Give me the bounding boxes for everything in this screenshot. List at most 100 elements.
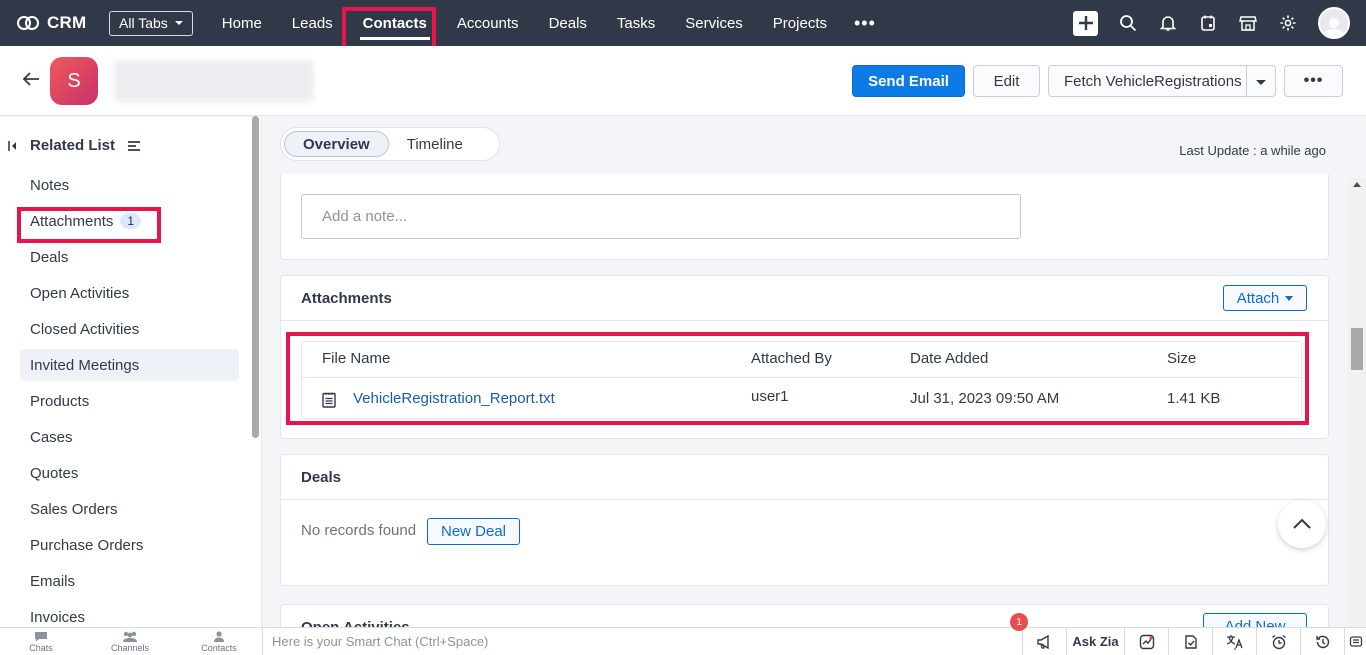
column-header-file-name[interactable]: File Name xyxy=(322,350,390,367)
smart-chat-input[interactable]: Here is your Smart Chat (Ctrl+Space) xyxy=(262,628,982,655)
tasks-tool-button[interactable] xyxy=(1168,628,1212,655)
sidebar-item-sales-orders[interactable]: Sales Orders xyxy=(20,493,239,525)
deals-card: Deals No records found New Deal xyxy=(280,454,1329,586)
tab-home[interactable]: Home xyxy=(207,0,277,46)
send-email-button[interactable]: Send Email xyxy=(852,65,965,97)
text-file-icon xyxy=(322,392,336,408)
tab-overview[interactable]: Overview xyxy=(284,131,389,157)
create-new-button[interactable] xyxy=(1073,10,1098,36)
recent-items-button[interactable] xyxy=(1300,628,1344,655)
sidebar-item-closed-activities[interactable]: Closed Activities xyxy=(20,313,239,345)
feedback-button[interactable] xyxy=(1344,628,1366,655)
column-header-date-added[interactable]: Date Added xyxy=(910,350,988,367)
store-icon xyxy=(1239,16,1257,31)
sidebar-item-label: Cases xyxy=(30,428,73,446)
sidebar-scrollbar[interactable] xyxy=(252,116,259,438)
sidebar-item-quotes[interactable]: Quotes xyxy=(20,457,239,489)
tab-deals[interactable]: Deals xyxy=(534,0,602,46)
contacts-chat-button[interactable]: Contacts xyxy=(194,631,244,653)
tab-timeline[interactable]: Timeline xyxy=(389,131,481,157)
crm-logo-icon xyxy=(17,16,39,30)
sidebar-item-label: Attachments xyxy=(30,212,114,230)
column-header-size[interactable]: Size xyxy=(1167,350,1196,367)
no-records-text: No records found xyxy=(301,522,417,539)
tab-tasks[interactable]: Tasks xyxy=(602,0,670,46)
edit-button[interactable]: Edit xyxy=(973,65,1040,97)
fetch-vehicle-registrations-button[interactable]: Fetch VehicleRegistrations xyxy=(1048,65,1276,97)
sidebar-item-open-activities[interactable]: Open Activities xyxy=(20,277,239,309)
more-actions-button[interactable]: ••• xyxy=(1284,65,1343,97)
new-deal-button[interactable]: New Deal xyxy=(427,518,520,545)
message-icon xyxy=(1349,635,1362,647)
list-menu-icon[interactable] xyxy=(127,140,141,152)
sidebar-item-notes[interactable]: Notes xyxy=(20,169,239,201)
sidebar-item-label: Products xyxy=(30,392,90,410)
sidebar-item-products[interactable]: Products xyxy=(20,385,239,417)
sidebar-item-attachments[interactable]: Attachments 1 xyxy=(20,205,239,237)
chevron-up-icon xyxy=(1293,518,1311,529)
user-avatar[interactable] xyxy=(1318,7,1350,39)
chart-icon xyxy=(1139,634,1154,649)
search-button[interactable] xyxy=(1118,13,1138,33)
settings-button[interactable] xyxy=(1278,13,1298,33)
tab-contacts[interactable]: Contacts xyxy=(348,0,442,46)
sidebar-item-invited-meetings[interactable]: Invited Meetings xyxy=(20,349,239,381)
top-navigation: CRM All Tabs Home Leads Contacts Account… xyxy=(0,0,1366,46)
tab-projects[interactable]: Projects xyxy=(758,0,842,46)
chats-button[interactable]: Chats xyxy=(16,631,66,653)
all-tabs-dropdown[interactable]: All Tabs xyxy=(109,10,193,36)
open-activities-card: Open Activities Add New xyxy=(280,604,1329,627)
ask-zia-button[interactable]: Ask Zia xyxy=(1066,628,1124,655)
add-new-button[interactable]: Add New xyxy=(1203,613,1307,627)
more-tabs-button[interactable]: ••• xyxy=(842,0,888,46)
record-avatar: S xyxy=(50,57,98,105)
announcements-button[interactable] xyxy=(1022,628,1066,655)
sidebar-item-label: Deals xyxy=(30,248,69,266)
related-list-header: Related List xyxy=(8,137,141,154)
chevron-down-icon[interactable] xyxy=(1256,80,1266,85)
back-button[interactable] xyxy=(22,71,40,90)
table-header-divider xyxy=(302,377,1301,378)
fetch-label: Fetch VehicleRegistrations xyxy=(1064,72,1242,90)
translate-button[interactable] xyxy=(1212,628,1256,655)
bottom-tools: Ask Zia xyxy=(1022,628,1366,655)
scroll-up-arrow-icon[interactable] xyxy=(1353,182,1361,187)
attach-button[interactable]: Attach xyxy=(1223,285,1307,311)
sidebar-item-deals[interactable]: Deals xyxy=(20,241,239,273)
main-scrollbar[interactable] xyxy=(1348,178,1366,627)
calendar-button[interactable] xyxy=(1198,13,1218,33)
person-icon xyxy=(214,631,224,642)
scrollbar-thumb[interactable] xyxy=(1351,328,1363,370)
reminders-button[interactable] xyxy=(1256,628,1300,655)
tab-services[interactable]: Services xyxy=(670,0,758,46)
sidebar-item-invoices[interactable]: Invoices xyxy=(20,601,239,627)
plus-icon xyxy=(1078,16,1093,30)
collapse-sidebar-icon[interactable] xyxy=(8,139,18,153)
open-activities-title: Open Activities xyxy=(301,619,410,627)
tab-accounts[interactable]: Accounts xyxy=(442,0,534,46)
analytics-button[interactable] xyxy=(1124,628,1168,655)
all-tabs-label: All Tabs xyxy=(119,15,168,31)
channels-button[interactable]: Channels xyxy=(105,631,155,653)
add-note-input[interactable]: Add a note... xyxy=(301,194,1021,239)
app-name: CRM xyxy=(47,13,87,32)
translate-icon xyxy=(1226,634,1243,650)
channels-label: Channels xyxy=(110,643,150,653)
module-tabs: Home Leads Contacts Accounts Deals Tasks… xyxy=(207,0,888,46)
attachments-title: Attachments xyxy=(301,290,392,307)
notifications-button[interactable] xyxy=(1158,13,1178,33)
sidebar-item-purchase-orders[interactable]: Purchase Orders xyxy=(20,529,239,561)
scroll-gutter xyxy=(1348,117,1366,178)
scroll-to-top-button[interactable] xyxy=(1278,500,1326,548)
tab-leads[interactable]: Leads xyxy=(277,0,348,46)
crm-logo[interactable]: CRM xyxy=(17,13,109,33)
sidebar-item-emails[interactable]: Emails xyxy=(20,565,239,597)
contacts-label: Contacts xyxy=(201,643,237,653)
sidebar-item-cases[interactable]: Cases xyxy=(20,421,239,453)
sidebar-item-label: Invoices xyxy=(30,608,86,626)
history-icon xyxy=(1315,635,1329,648)
column-header-attached-by[interactable]: Attached By xyxy=(751,350,832,367)
attachment-file-link[interactable]: VehicleRegistration_Report.txt xyxy=(353,390,555,407)
user-silhouette-icon xyxy=(1323,18,1345,37)
marketplace-button[interactable] xyxy=(1238,13,1258,33)
